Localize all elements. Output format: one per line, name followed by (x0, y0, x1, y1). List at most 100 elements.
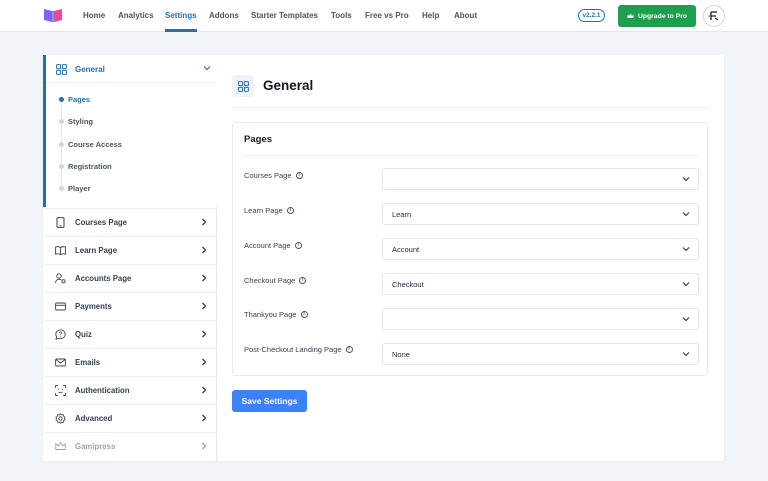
chevron-down-icon (682, 177, 690, 182)
page-title: General (263, 78, 314, 93)
chevron-right-icon (202, 414, 207, 422)
divider (232, 107, 708, 108)
sidebar-item-label: Emails (75, 358, 101, 367)
sidebar-section-general: General Pages Styling Course Access Regi… (43, 55, 217, 207)
select-value: Checkout (392, 280, 424, 289)
sidebar-item-label: Authentication (75, 386, 130, 395)
sidebar-item-quiz[interactable]: Quiz (43, 320, 217, 348)
panel-title: Pages (244, 134, 272, 145)
nav-home[interactable]: Home (83, 11, 105, 20)
chevron-right-icon (202, 330, 207, 338)
brand-mark-icon (708, 11, 719, 21)
sidebar-item-gamipress[interactable]: Gamipress (43, 432, 217, 460)
nav-analytics[interactable]: Analytics (118, 11, 154, 20)
info-icon[interactable]: i (295, 172, 303, 179)
nav-about[interactable]: About (454, 11, 477, 20)
grid-icon (56, 64, 67, 75)
info-icon[interactable]: i (300, 311, 308, 318)
info-icon[interactable]: i (286, 207, 294, 214)
chevron-right-icon (202, 246, 207, 254)
active-tab-indicator (165, 29, 197, 32)
avatar[interactable] (703, 5, 725, 27)
sidebar-item-general[interactable]: General (46, 55, 217, 83)
sidebar-item-payments[interactable]: Payments (43, 292, 217, 320)
sidebar-item-label: Advanced (75, 414, 113, 423)
info-icon[interactable]: i (345, 346, 353, 353)
info-icon[interactable]: i (299, 277, 307, 284)
sidebar-item-emails[interactable]: Emails (43, 348, 217, 376)
submenu-item-player[interactable]: Player (68, 184, 91, 193)
account-page-label: Account Page i (244, 241, 302, 250)
select-value: Account (392, 245, 420, 254)
courses-page-select[interactable] (382, 168, 699, 190)
courses-page-label: Courses Page i (244, 171, 303, 180)
select-value: Learn (392, 210, 412, 219)
field-label-text: Account Page (244, 241, 291, 250)
submenu-item-registration[interactable]: Registration (68, 162, 112, 171)
submenu-dot (59, 164, 64, 169)
chevron-down-icon (682, 212, 690, 217)
submenu-dot (59, 142, 64, 147)
nav-addons[interactable]: Addons (209, 11, 239, 20)
book-open-icon (55, 246, 66, 256)
sidebar-item-label: General (75, 65, 105, 74)
checkout-page-label: Checkout Page i (244, 276, 307, 285)
field-label-text: Courses Page (244, 171, 292, 180)
post-checkout-landing-page-select[interactable]: None (382, 343, 699, 365)
chevron-right-icon (202, 442, 207, 450)
sidebar-item-learn-page[interactable]: Learn Page (43, 236, 217, 264)
sidebar-item-label: Learn Page (75, 246, 118, 255)
field-label-text: Learn Page (244, 206, 283, 215)
checkout-page-select[interactable]: Checkout (382, 273, 699, 295)
submenu-item-pages[interactable]: Pages (68, 95, 90, 104)
sidebar-item-label: Accounts Page (75, 274, 132, 283)
chevron-down-icon (682, 317, 690, 322)
chevron-right-icon (202, 358, 207, 366)
nav-settings[interactable]: Settings (165, 11, 197, 20)
chevron-down-icon (203, 66, 211, 71)
chevron-right-icon (202, 302, 207, 310)
sidebar-item-accounts-page[interactable]: Accounts Page (43, 264, 217, 292)
learn-page-label: Learn Page i (244, 206, 294, 215)
sidebar-item-authentication[interactable]: Authentication (43, 376, 217, 404)
pages-panel: Pages Courses Page i Learn Page i Learn … (232, 122, 708, 376)
field-label-text: Checkout Page (244, 276, 296, 285)
page-title-icon (232, 75, 254, 97)
sidebar-item-advanced[interactable]: Advanced (43, 404, 217, 432)
field-label-text: Post-Checkout Landing Page (244, 345, 342, 354)
settings-sidebar: General Pages Styling Course Access Regi… (43, 55, 217, 461)
upgrade-label: Upgrade to Pro (637, 12, 688, 20)
nav-help[interactable]: Help (422, 11, 439, 20)
info-icon[interactable]: i (294, 242, 302, 249)
sidebar-item-label: Quiz (75, 330, 92, 339)
envelope-icon (55, 358, 66, 367)
select-value: None (392, 350, 410, 359)
submenu-item-styling[interactable]: Styling (68, 117, 93, 126)
submenu-dot (59, 119, 64, 124)
sidebar-item-label: Courses Page (75, 218, 128, 227)
crown-icon (627, 13, 634, 18)
upgrade-to-pro-button[interactable]: Upgrade to Pro (618, 5, 696, 27)
submenu-dot (59, 186, 64, 191)
book-logo-icon[interactable] (43, 8, 63, 23)
field-label-text: Thankyou Page (244, 310, 297, 319)
tablet-icon (56, 217, 65, 228)
chevron-right-icon (202, 274, 207, 282)
nav-tools[interactable]: Tools (331, 11, 352, 20)
chat-question-icon (55, 329, 66, 340)
sidebar-item-courses-page[interactable]: Courses Page (43, 208, 217, 236)
thankyou-page-select[interactable] (382, 308, 699, 330)
account-page-select[interactable]: Account (382, 238, 699, 260)
settings-card: General Pages Styling Course Access Regi… (43, 55, 724, 461)
save-settings-button[interactable]: Save Settings (232, 390, 307, 412)
thankyou-page-label: Thankyou Page i (244, 310, 308, 319)
sidebar-item-label: Payments (75, 302, 112, 311)
nav-starter-templates[interactable]: Starter Templates (251, 11, 318, 20)
chevron-down-icon (682, 282, 690, 287)
grid-icon (237, 80, 249, 92)
submenu-item-course-access[interactable]: Course Access (68, 140, 122, 149)
nav-free-vs-pro[interactable]: Free vs Pro (365, 11, 409, 20)
version-badge: v2.2.1 (578, 9, 605, 22)
learn-page-select[interactable]: Learn (382, 203, 699, 225)
top-navigation-bar: Home Analytics Settings Addons Starter T… (0, 0, 768, 32)
